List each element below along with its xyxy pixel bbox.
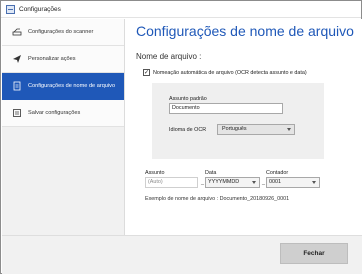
auto-naming-checkbox[interactable]: ✓ bbox=[143, 69, 150, 76]
settings-window: Configurações Configurações do scanner P… bbox=[0, 0, 362, 274]
close-button[interactable]: Fechar bbox=[280, 243, 348, 264]
sidebar-item-label: Configurações de nome de arquivo bbox=[28, 83, 116, 89]
file-name-example: Exemplo de nome de arquivo : Documento_2… bbox=[145, 196, 290, 202]
chevron-down-icon bbox=[287, 128, 291, 131]
file-name-icon bbox=[12, 81, 22, 91]
scanner-icon bbox=[12, 27, 22, 37]
app-icon bbox=[6, 4, 15, 14]
title-bar: Configurações bbox=[1, 1, 361, 18]
footer: Fechar bbox=[2, 235, 362, 274]
subject-field[interactable]: (Auto) bbox=[145, 177, 198, 188]
subject-field-label: Assunto bbox=[145, 170, 165, 176]
counter-select[interactable]: 0001 bbox=[266, 177, 320, 188]
default-subject-input[interactable]: Documento bbox=[169, 103, 283, 114]
auto-naming-label: Nomeação automática de arquivo (OCR dete… bbox=[153, 69, 307, 76]
sidebar-item-scanner-settings[interactable]: Configurações do scanner bbox=[2, 19, 124, 46]
save-settings-icon bbox=[12, 108, 22, 118]
date-value: YYYYMMDD bbox=[208, 179, 240, 185]
sidebar-item-save-settings[interactable]: Salvar configurações bbox=[2, 100, 124, 127]
ocr-language-label: Idioma de OCR bbox=[169, 127, 207, 133]
page-title: Configurações de nome de arquivo bbox=[136, 23, 354, 39]
chevron-down-icon bbox=[252, 181, 256, 184]
default-subject-label: Assunto padrão bbox=[169, 96, 207, 102]
ocr-language-value: Português bbox=[222, 126, 247, 132]
sidebar-item-label: Configurações do scanner bbox=[28, 29, 94, 35]
counter-field-label: Contador bbox=[266, 170, 289, 176]
auto-naming-row: ✓ Nomeação automática de arquivo (OCR de… bbox=[143, 69, 307, 76]
date-select[interactable]: YYYYMMDD bbox=[205, 177, 260, 188]
ocr-language-select[interactable]: Português bbox=[217, 124, 295, 135]
sidebar-item-customize-actions[interactable]: Personalizar ações bbox=[2, 46, 124, 73]
section-title: Nome de arquivo : bbox=[136, 52, 202, 61]
window-title: Configurações bbox=[19, 5, 61, 13]
counter-value: 0001 bbox=[269, 179, 281, 185]
sidebar: Configurações do scanner Personalizar aç… bbox=[2, 19, 125, 235]
date-field-label: Data bbox=[205, 170, 217, 176]
send-icon bbox=[12, 54, 22, 64]
main-content: Configurações de nome de arquivo Nome de… bbox=[125, 19, 362, 235]
sidebar-item-file-name-settings[interactable]: Configurações de nome de arquivo bbox=[2, 73, 124, 100]
separator: _ bbox=[201, 180, 204, 186]
auto-naming-panel: Assunto padrão Documento Idioma de OCR P… bbox=[152, 83, 324, 159]
chevron-down-icon bbox=[312, 181, 316, 184]
separator: _ bbox=[262, 180, 265, 186]
sidebar-item-label: Salvar configurações bbox=[28, 110, 81, 116]
sidebar-item-label: Personalizar ações bbox=[28, 56, 76, 62]
